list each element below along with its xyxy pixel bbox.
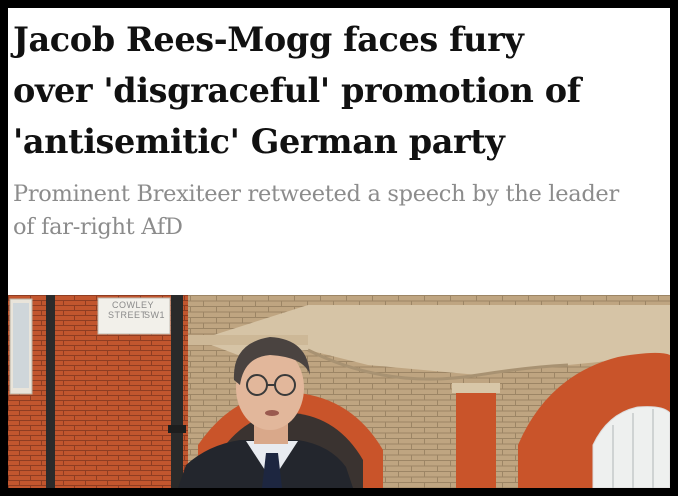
brick-pier bbox=[456, 390, 496, 488]
street-sign: COWLEY STREET SW1 bbox=[97, 297, 171, 335]
article-card: Jacob Rees-Mogg faces fury over 'disgrac… bbox=[8, 8, 670, 488]
article-headline[interactable]: Jacob Rees-Mogg faces fury over 'disgrac… bbox=[13, 14, 668, 167]
sign-line-2: STREET bbox=[108, 310, 147, 320]
headline-line-3: 'antisemitic' German party bbox=[13, 122, 505, 161]
photo-illustration: COWLEY STREET SW1 bbox=[8, 295, 670, 488]
headline-line-2: over 'disgraceful' promotion of bbox=[13, 71, 581, 110]
drainpipe-right bbox=[171, 295, 183, 488]
drainpipe-left bbox=[46, 295, 55, 488]
sign-line-1: COWLEY bbox=[112, 300, 154, 310]
standfirst-line-1: Prominent Brexiteer retweeted a speech b… bbox=[13, 181, 619, 207]
headline-line-1: Jacob Rees-Mogg faces fury bbox=[13, 20, 524, 59]
screenshot-frame: Jacob Rees-Mogg faces fury over 'disgrac… bbox=[0, 0, 678, 496]
article-standfirst: Prominent Brexiteer retweeted a speech b… bbox=[13, 178, 668, 244]
article-photo[interactable]: COWLEY STREET SW1 bbox=[8, 295, 670, 488]
standfirst-line-2: of far-right AfD bbox=[13, 214, 183, 240]
left-window-glass bbox=[13, 303, 29, 388]
sign-line-3: SW1 bbox=[144, 310, 165, 320]
